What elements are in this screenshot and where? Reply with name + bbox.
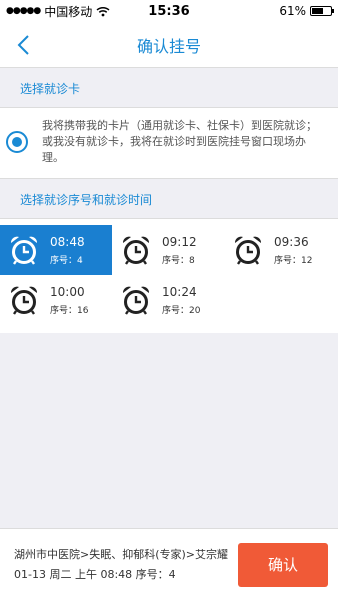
card-option[interactable]: 我将携带我的卡片（通用就诊卡、社保卡）到医院就诊；或我没有就诊卡，我将在就诊时到… bbox=[0, 107, 338, 179]
chevron-left-icon bbox=[17, 35, 29, 55]
page-title: 确认挂号 bbox=[136, 36, 201, 56]
back-button[interactable] bbox=[8, 30, 38, 60]
slot-number: 序号：16 bbox=[50, 305, 89, 316]
nav-bar: 确认挂号 bbox=[0, 22, 338, 68]
card-option-radio[interactable] bbox=[6, 131, 28, 153]
slot-time: 10:00 bbox=[50, 284, 85, 299]
time-slot[interactable]: 10:24 序号：20 bbox=[112, 275, 224, 325]
slot-time: 09:12 bbox=[162, 234, 197, 249]
slot-number: 序号：20 bbox=[162, 305, 201, 316]
alarm-clock-icon bbox=[122, 286, 150, 315]
card-option-text: 我将携带我的卡片（通用就诊卡、社保卡）到医院就诊；或我没有就诊卡，我将在就诊时到… bbox=[42, 119, 317, 164]
wifi-icon bbox=[96, 6, 110, 16]
alarm-clock-icon bbox=[10, 286, 38, 315]
slot-section-label: 选择就诊序号和就诊时间 bbox=[20, 193, 153, 207]
slots-grid: 08:48 序号：4 09:12 序号：8 09:36 序号：12 10:00 序号：16 10… bbox=[0, 225, 338, 325]
slot-time: 10:24 bbox=[162, 284, 197, 299]
battery-icon bbox=[310, 6, 334, 16]
alarm-clock-icon bbox=[234, 236, 262, 265]
status-bar: ●●●●● 中国移动 15:36 61% bbox=[0, 0, 338, 22]
status-time: 15:36 bbox=[148, 4, 190, 19]
slot-number: 序号：12 bbox=[274, 255, 313, 266]
booking-summary: 湖州市中医院>失眠、抑郁科(专家)>艾宗耀 01-13 周二 上午 08:48 … bbox=[14, 547, 228, 582]
time-slot[interactable]: 08:48 序号：4 bbox=[0, 225, 112, 275]
confirm-button[interactable]: 确认 bbox=[238, 542, 328, 587]
time-slot[interactable]: 09:36 序号：12 bbox=[224, 225, 336, 275]
department-path: 湖州市中医院>失眠、抑郁科(专家)>艾宗耀 bbox=[14, 548, 229, 561]
card-section-label: 选择就诊卡 bbox=[20, 82, 81, 96]
slot-time: 08:48 bbox=[50, 234, 85, 249]
carrier-label: 中国移动 bbox=[44, 4, 93, 19]
time-slot[interactable]: 10:00 序号：16 bbox=[0, 275, 112, 325]
alarm-clock-icon bbox=[10, 236, 38, 265]
slots-area: 08:48 序号：4 09:12 序号：8 09:36 序号：12 10:00 序号：16 10… bbox=[0, 218, 338, 333]
slot-number: 序号：4 bbox=[50, 255, 83, 266]
alarm-clock-icon bbox=[122, 236, 150, 265]
slot-number: 序号：8 bbox=[162, 255, 195, 266]
radio-selected-dot bbox=[12, 137, 22, 147]
appointment-summary: 01-13 周二 上午 08:48 序号：4 bbox=[14, 568, 176, 581]
battery-percent: 61% bbox=[279, 4, 306, 18]
bottom-bar: 湖州市中医院>失眠、抑郁科(专家)>艾宗耀 01-13 周二 上午 08:48 … bbox=[0, 528, 338, 600]
slot-time: 09:36 bbox=[274, 234, 309, 249]
signal-icon: ●●●●● bbox=[6, 6, 41, 16]
time-slot[interactable]: 09:12 序号：8 bbox=[112, 225, 224, 275]
